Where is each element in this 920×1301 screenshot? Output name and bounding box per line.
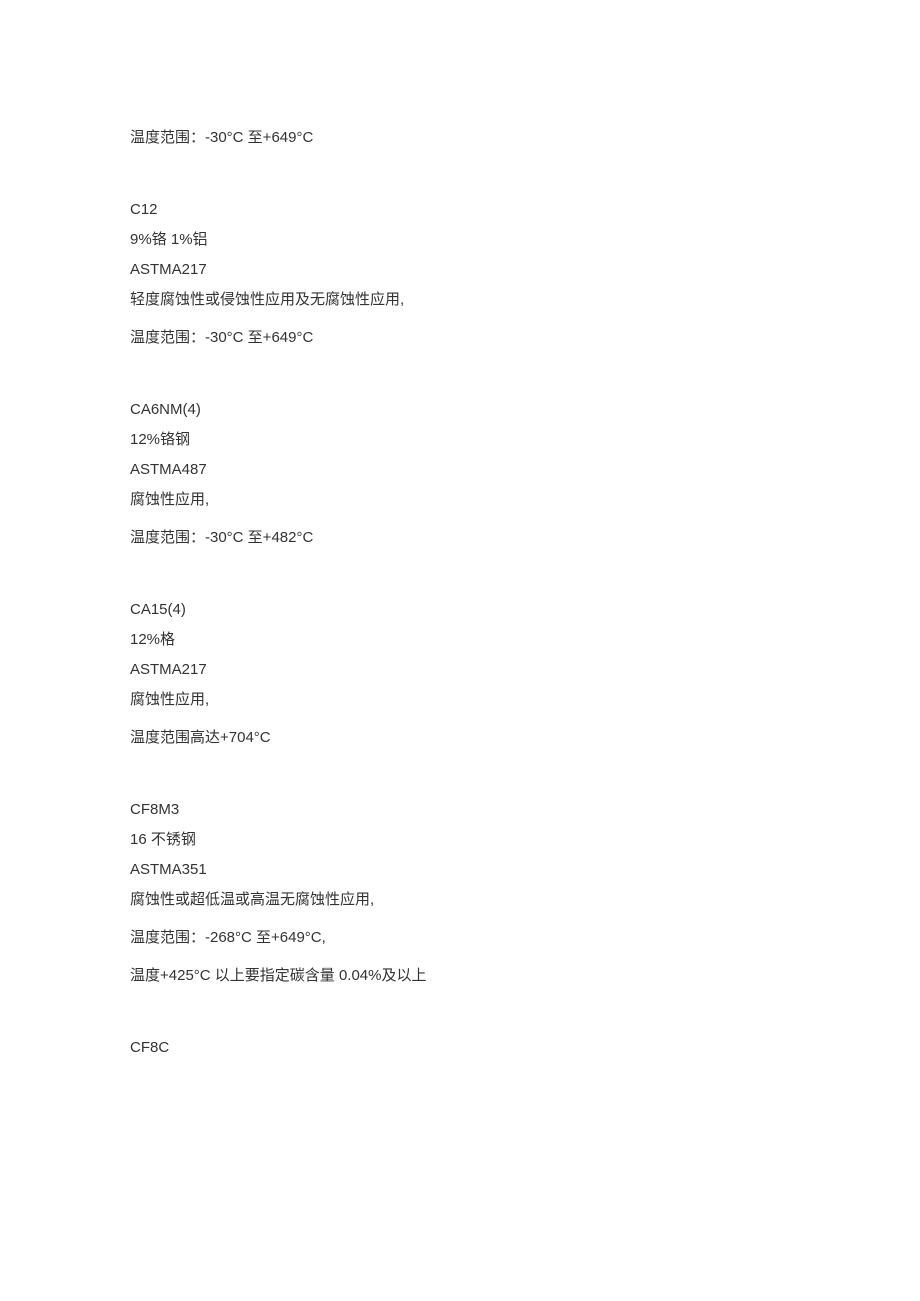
temp-range: 温度范围：-268°C 至+649°C, <box>130 926 790 950</box>
application: 腐蚀性或超低温或高温无腐蚀性应用, <box>130 888 790 912</box>
entry-3: CA15(4) 12%格 ASTMA217 腐蚀性应用, 温度范围高达+704°… <box>130 598 790 750</box>
standard: ASTMA351 <box>130 858 790 882</box>
entry-2: CA6NM(4) 12%铬钢 ASTMA487 腐蚀性应用, 温度范围：-30°… <box>130 398 790 550</box>
application: 轻度腐蚀性或侵蚀性应用及无腐蚀性应用, <box>130 288 790 312</box>
application: 腐蚀性应用, <box>130 488 790 512</box>
composition: 9%铬 1%铝 <box>130 228 790 252</box>
temp-range: 温度范围：-30°C 至+649°C <box>130 326 790 350</box>
note: 温度+425°C 以上要指定碳含量 0.04%及以上 <box>130 964 790 988</box>
entry-4: CF8M3 16 不锈钢 ASTMA351 腐蚀性或超低温或高温无腐蚀性应用, … <box>130 798 790 988</box>
composition: 16 不锈钢 <box>130 828 790 852</box>
document-page: 温度范围：-30°C 至+649°C C12 9%铬 1%铝 ASTMA217 … <box>0 0 920 1168</box>
temp-range: 温度范围：-30°C 至+482°C <box>130 526 790 550</box>
composition: 12%格 <box>130 628 790 652</box>
entry-1: C12 9%铬 1%铝 ASTMA217 轻度腐蚀性或侵蚀性应用及无腐蚀性应用,… <box>130 198 790 350</box>
standard: ASTMA487 <box>130 458 790 482</box>
entry-5: CF8C <box>130 1036 790 1060</box>
text-line: 温度范围：-30°C 至+649°C <box>130 126 790 150</box>
material-code: CA15(4) <box>130 598 790 622</box>
application: 腐蚀性应用, <box>130 688 790 712</box>
standard: ASTMA217 <box>130 658 790 682</box>
material-code: C12 <box>130 198 790 222</box>
entry-0: 温度范围：-30°C 至+649°C <box>130 126 790 150</box>
material-code: CF8C <box>130 1036 790 1060</box>
standard: ASTMA217 <box>130 258 790 282</box>
material-code: CA6NM(4) <box>130 398 790 422</box>
temp-range: 温度范围高达+704°C <box>130 726 790 750</box>
composition: 12%铬钢 <box>130 428 790 452</box>
material-code: CF8M3 <box>130 798 790 822</box>
